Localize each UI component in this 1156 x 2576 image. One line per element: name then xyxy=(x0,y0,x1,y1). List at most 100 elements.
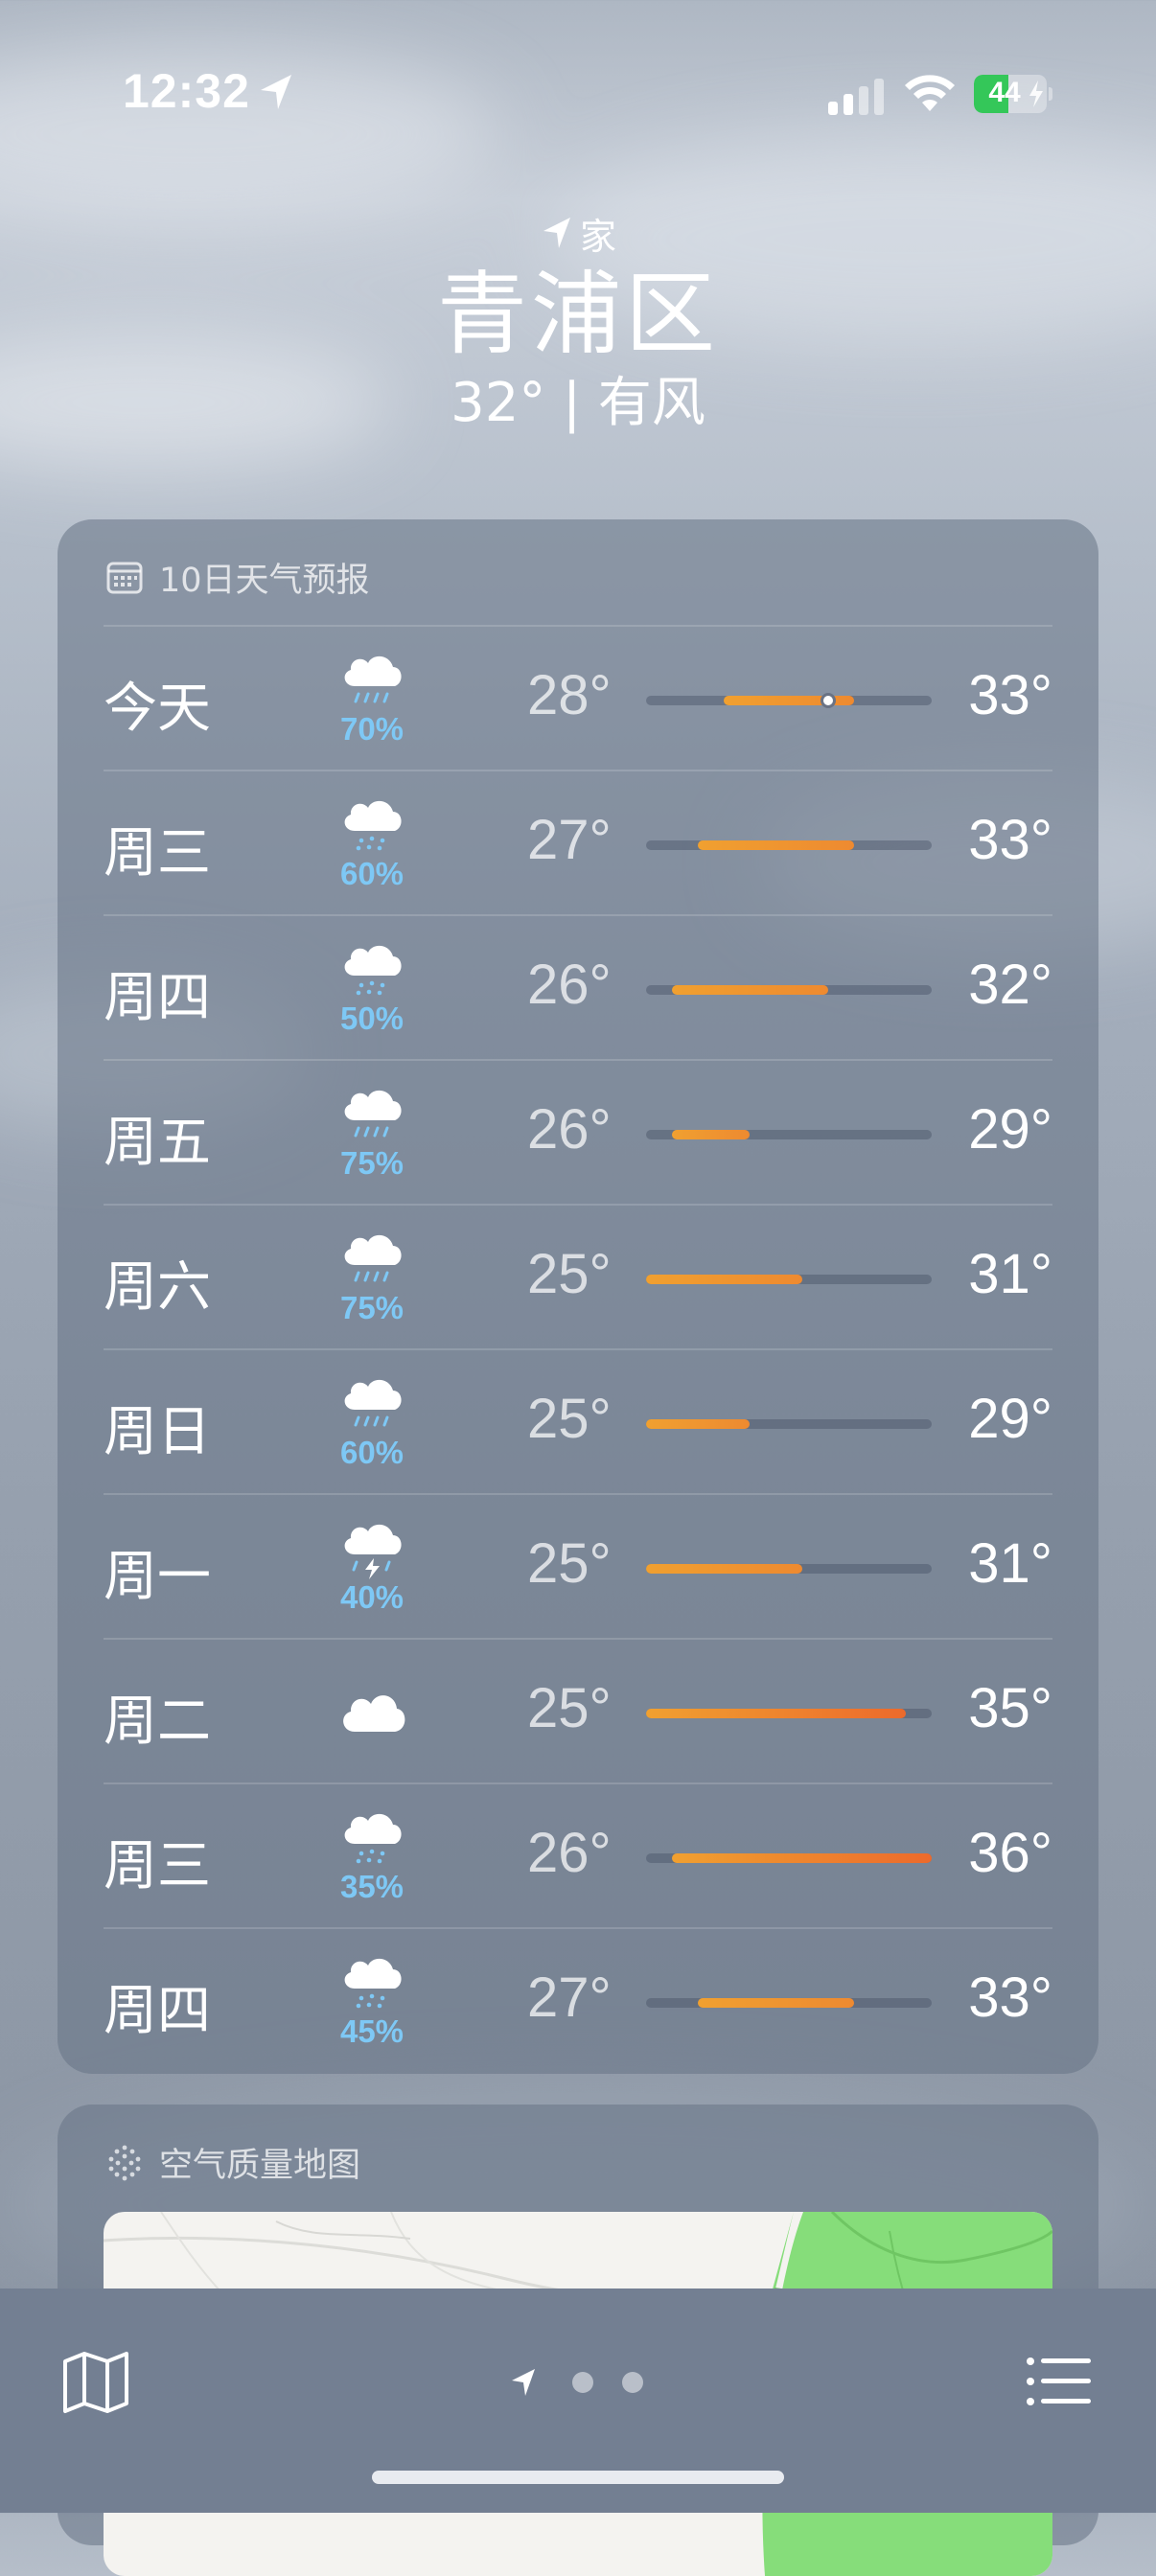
precip-chance: 70% xyxy=(339,711,405,747)
rain-icon: 60% xyxy=(326,1368,418,1483)
precip-chance: 75% xyxy=(339,1290,405,1325)
forecast-day-label: 周六 xyxy=(104,1256,211,1319)
battery-indicator: 44 xyxy=(974,75,1052,113)
cloud-icon xyxy=(326,1657,418,1772)
ten-day-forecast-card[interactable]: 10日天气预报 今天 70% 28° 33° 周三 60% 27° 33° 周四 50% 26° 32… xyxy=(58,519,1098,2074)
status-time: 12:32 xyxy=(123,64,250,118)
forecast-row[interactable]: 周四 50% 26° 32° xyxy=(104,914,1052,1060)
forecast-title: 10日天气预报 xyxy=(159,561,370,600)
drizzle-icon: 50% xyxy=(326,933,418,1048)
low-temp: 27° xyxy=(527,809,612,871)
low-temp: 25° xyxy=(527,1388,612,1450)
precip-chance: 50% xyxy=(339,1000,405,1036)
rain-icon: 75% xyxy=(326,1223,418,1338)
forecast-day-label: 周二 xyxy=(104,1690,211,1753)
temp-range-fill xyxy=(698,840,854,850)
high-temp: 31° xyxy=(968,1243,1052,1305)
home-indicator[interactable] xyxy=(372,2471,784,2484)
precip-chance: 60% xyxy=(339,1435,405,1470)
high-temp: 33° xyxy=(968,664,1052,726)
battery-level: 44 xyxy=(988,77,1021,108)
temp-range-bar xyxy=(646,840,932,850)
battery-cap xyxy=(1049,87,1052,101)
drizzle-icon: 45% xyxy=(326,1946,418,2061)
high-temp: 29° xyxy=(968,1388,1052,1450)
forecast-day-label: 周三 xyxy=(104,1835,211,1898)
page-dot xyxy=(572,2372,593,2393)
location-arrow-icon xyxy=(512,2369,535,2396)
temp-range-bar xyxy=(646,1564,932,1574)
temp-range-bar xyxy=(646,693,932,708)
page-dot xyxy=(622,2372,643,2393)
list-icon[interactable] xyxy=(1026,2356,1091,2407)
precip-chance: 75% xyxy=(339,1145,405,1181)
forecast-row[interactable]: 周六 75% 25° 31° xyxy=(104,1204,1052,1349)
forecast-day-label: 周五 xyxy=(104,1112,211,1174)
low-temp: 25° xyxy=(527,1532,612,1595)
low-temp: 25° xyxy=(527,1677,612,1739)
home-label: 家 xyxy=(579,215,616,258)
temp-range-bar xyxy=(646,1709,932,1718)
temp-range-bar xyxy=(646,1130,932,1139)
forecast-row[interactable]: 周二 25° 35° xyxy=(104,1638,1052,1783)
forecast-day-label: 周三 xyxy=(104,822,211,885)
temp-range-fill xyxy=(646,1275,802,1284)
forecast-row[interactable]: 周一 40% 25° 31° xyxy=(104,1493,1052,1639)
location-header: 家 青浦区 32° | 有风 xyxy=(0,209,1156,437)
high-temp: 36° xyxy=(968,1822,1052,1884)
air-quality-header: 空气质量地图 xyxy=(105,2139,360,2185)
forecast-day-label: 周日 xyxy=(104,1401,211,1463)
cellular-signal-icon xyxy=(828,79,884,115)
forecast-card-header: 10日天气预报 xyxy=(105,554,370,600)
temp-range-fill xyxy=(672,1130,751,1139)
location-arrow-icon xyxy=(261,75,291,109)
low-temp: 25° xyxy=(527,1243,612,1305)
temp-range-bar xyxy=(646,1419,932,1429)
temp-range-fill xyxy=(646,1709,906,1718)
home-location-row: 家 xyxy=(0,209,1156,258)
forecast-day-label: 周四 xyxy=(104,1980,211,2042)
calendar-icon xyxy=(106,562,143,594)
precip-chance: 40% xyxy=(339,1579,405,1615)
precip-chance: 45% xyxy=(339,2013,405,2049)
city-name: 青浦区 xyxy=(436,263,719,367)
low-temp: 26° xyxy=(527,1098,612,1161)
high-temp: 29° xyxy=(968,1098,1052,1161)
air-quality-icon xyxy=(108,2145,141,2181)
page-indicator[interactable] xyxy=(508,2359,652,2405)
high-temp: 31° xyxy=(968,1532,1052,1595)
forecast-row[interactable]: 今天 70% 28° 33° xyxy=(104,625,1052,770)
forecast-row[interactable]: 周日 60% 25° 29° xyxy=(104,1348,1052,1494)
temp-range-bar xyxy=(646,985,932,995)
high-temp: 33° xyxy=(968,809,1052,871)
wifi-icon xyxy=(905,75,955,111)
forecast-row[interactable]: 周五 75% 26° 29° xyxy=(104,1059,1052,1205)
drizzle-icon: 60% xyxy=(326,789,418,904)
current-summary: 32° | 有风 xyxy=(451,372,705,434)
precip-chance: 60% xyxy=(339,856,405,891)
forecast-row[interactable]: 周三 35% 26° 36° xyxy=(104,1782,1052,1928)
low-temp: 26° xyxy=(527,954,612,1016)
low-temp: 26° xyxy=(527,1822,612,1884)
forecast-row[interactable]: 周四 45% 27° 33° xyxy=(104,1927,1052,2073)
rain-icon: 75% xyxy=(326,1078,418,1193)
temp-range-fill xyxy=(672,985,828,995)
air-quality-title: 空气质量地图 xyxy=(159,2146,361,2185)
temp-range-bar xyxy=(646,1998,932,2008)
temp-range-fill xyxy=(672,1853,932,1863)
forecast-day-label: 今天 xyxy=(104,678,211,740)
forecast-day-label: 周一 xyxy=(104,1546,211,1608)
map-icon[interactable] xyxy=(61,2350,130,2415)
temp-range-fill xyxy=(646,1564,802,1574)
high-temp: 33° xyxy=(968,1966,1052,2029)
temp-range-fill xyxy=(646,1419,751,1429)
drizzle-icon: 35% xyxy=(326,1802,418,1917)
rain-icon: 70% xyxy=(326,644,418,759)
low-temp: 28° xyxy=(527,664,612,726)
thunderstorm-icon: 40% xyxy=(326,1512,418,1627)
charging-bolt-icon xyxy=(1029,80,1043,107)
forecast-row[interactable]: 周三 60% 27° 33° xyxy=(104,770,1052,915)
high-temp: 35° xyxy=(968,1677,1052,1739)
low-temp: 27° xyxy=(527,1966,612,2029)
current-temp-dot xyxy=(820,693,836,708)
